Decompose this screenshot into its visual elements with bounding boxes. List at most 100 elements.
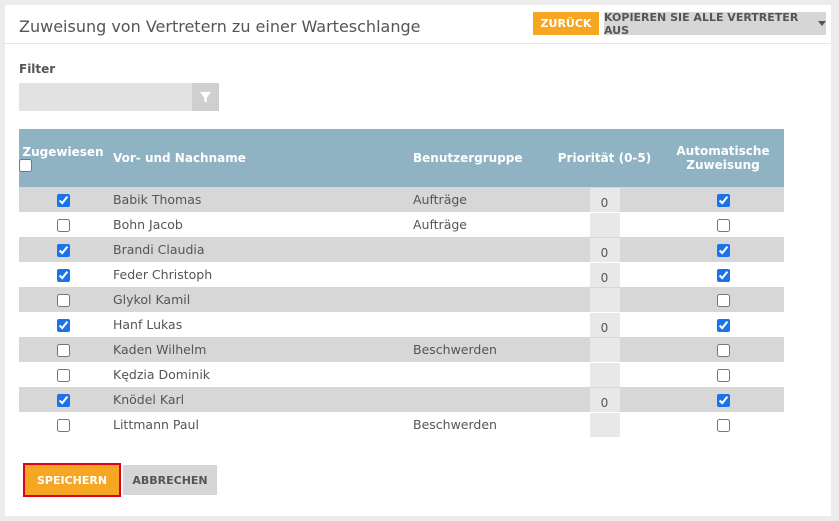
table-row: Knödel Karl 0 bbox=[19, 387, 784, 412]
auto-assign-checkbox[interactable] bbox=[716, 244, 730, 257]
priority-input[interactable] bbox=[589, 212, 620, 237]
assigned-cell bbox=[19, 412, 107, 437]
user-group: Beschwerden bbox=[407, 337, 547, 362]
auto-assign-cell bbox=[662, 337, 784, 362]
priority-cell: 0 bbox=[547, 237, 662, 262]
auto-assign-checkbox[interactable] bbox=[716, 194, 730, 207]
auto-assign-checkbox[interactable] bbox=[716, 394, 730, 407]
auto-assign-checkbox[interactable] bbox=[716, 319, 730, 332]
col-auto-assign: Automatische Zuweisung bbox=[662, 129, 784, 187]
user-group bbox=[407, 237, 547, 262]
auto-assign-checkbox[interactable] bbox=[716, 344, 730, 357]
assigned-cell bbox=[19, 212, 107, 237]
assigned-checkbox[interactable] bbox=[56, 269, 70, 282]
table-row: Kaden Wilhelm Beschwerden bbox=[19, 337, 784, 362]
table-row: Brandi Claudia 0 bbox=[19, 237, 784, 262]
priority-input[interactable] bbox=[589, 287, 620, 312]
auto-assign-checkbox[interactable] bbox=[716, 219, 730, 232]
priority-cell: 0 bbox=[547, 312, 662, 337]
user-group: Aufträge bbox=[407, 187, 547, 212]
assigned-cell bbox=[19, 362, 107, 387]
auto-assign-checkbox[interactable] bbox=[716, 269, 730, 282]
agent-name: Kędzia Dominik bbox=[107, 362, 407, 387]
user-group bbox=[407, 312, 547, 337]
copy-all-agents-button[interactable]: KOPIEREN SIE ALLE VERTRETER AUS bbox=[604, 10, 826, 37]
table-row: Feder Christoph 0 bbox=[19, 262, 784, 287]
main-panel: Zuweisung von Vertretern zu einer Wartes… bbox=[5, 5, 831, 516]
auto-assign-cell bbox=[662, 412, 784, 437]
user-group bbox=[407, 287, 547, 312]
auto-assign-cell bbox=[662, 312, 784, 337]
table-body: Babik Thomas Aufträge 0 Bohn Jacob Aufträge B… bbox=[19, 187, 784, 437]
filter-button[interactable] bbox=[192, 83, 219, 111]
auto-assign-cell bbox=[662, 362, 784, 387]
auto-assign-checkbox[interactable] bbox=[716, 369, 730, 382]
assigned-cell bbox=[19, 387, 107, 412]
priority-input[interactable] bbox=[589, 412, 620, 437]
agent-name: Feder Christoph bbox=[107, 262, 407, 287]
user-group bbox=[407, 262, 547, 287]
col-assigned-label: Zugewiesen bbox=[22, 144, 104, 159]
table-row: Hanf Lukas 0 bbox=[19, 312, 784, 337]
auto-assign-cell bbox=[662, 387, 784, 412]
priority-input[interactable] bbox=[589, 337, 620, 362]
page-title: Zuweisung von Vertretern zu einer Wartes… bbox=[19, 17, 421, 36]
agent-name: Littmann Paul bbox=[107, 412, 407, 437]
priority-input[interactable]: 0 bbox=[589, 387, 620, 412]
auto-assign-cell bbox=[662, 262, 784, 287]
priority-input[interactable]: 0 bbox=[589, 312, 620, 337]
table-row: Littmann Paul Beschwerden bbox=[19, 412, 784, 437]
assigned-checkbox[interactable] bbox=[56, 344, 70, 357]
table-row: Babik Thomas Aufträge 0 bbox=[19, 187, 784, 212]
table-row: Glykol Kamil bbox=[19, 287, 784, 312]
assigned-cell bbox=[19, 312, 107, 337]
user-group bbox=[407, 387, 547, 412]
auto-assign-cell bbox=[662, 237, 784, 262]
priority-input[interactable]: 0 bbox=[589, 237, 620, 262]
priority-input[interactable]: 0 bbox=[589, 187, 620, 212]
priority-cell bbox=[547, 362, 662, 387]
assigned-checkbox[interactable] bbox=[56, 294, 70, 307]
priority-input[interactable] bbox=[589, 362, 620, 387]
cancel-button[interactable]: ABBRECHEN bbox=[123, 465, 217, 495]
assigned-checkbox[interactable] bbox=[56, 219, 70, 232]
priority-input[interactable]: 0 bbox=[589, 262, 620, 287]
title-divider bbox=[5, 43, 831, 44]
assigned-checkbox[interactable] bbox=[56, 244, 70, 257]
assigned-cell bbox=[19, 287, 107, 312]
auto-assign-cell bbox=[662, 287, 784, 312]
back-button[interactable]: ZURÜCK bbox=[533, 12, 599, 35]
filter-label: Filter bbox=[19, 62, 56, 76]
copy-all-agents-label: KOPIEREN SIE ALLE VERTRETER AUS bbox=[604, 10, 799, 37]
auto-assign-checkbox[interactable] bbox=[716, 419, 730, 432]
auto-assign-checkbox[interactable] bbox=[716, 294, 730, 307]
col-user-group: Benutzergruppe bbox=[407, 129, 547, 187]
table-row: Kędzia Dominik bbox=[19, 362, 784, 387]
assigned-cell bbox=[19, 187, 107, 212]
agent-name: Glykol Kamil bbox=[107, 287, 407, 312]
assigned-checkbox[interactable] bbox=[56, 369, 70, 382]
agent-name: Brandi Claudia bbox=[107, 237, 407, 262]
priority-cell: 0 bbox=[547, 262, 662, 287]
save-button[interactable]: SPEICHERN bbox=[23, 463, 121, 497]
assigned-checkbox[interactable] bbox=[56, 319, 70, 332]
col-name: Vor- und Nachname bbox=[107, 129, 407, 187]
assigned-checkbox[interactable] bbox=[56, 194, 70, 207]
user-group: Beschwerden bbox=[407, 412, 547, 437]
priority-cell bbox=[547, 287, 662, 312]
agent-name: Hanf Lukas bbox=[107, 312, 407, 337]
assigned-checkbox[interactable] bbox=[56, 394, 70, 407]
filter-input[interactable] bbox=[19, 83, 192, 111]
assigned-checkbox[interactable] bbox=[56, 419, 70, 432]
user-group bbox=[407, 362, 547, 387]
priority-cell: 0 bbox=[547, 387, 662, 412]
priority-cell: 0 bbox=[547, 187, 662, 212]
priority-cell bbox=[547, 337, 662, 362]
priority-cell bbox=[547, 412, 662, 437]
select-all-checkbox[interactable] bbox=[19, 158, 32, 172]
col-priority: Priorität (0-5) bbox=[547, 129, 662, 187]
user-group: Aufträge bbox=[407, 212, 547, 237]
agent-name: Kaden Wilhelm bbox=[107, 337, 407, 362]
assigned-cell bbox=[19, 262, 107, 287]
table-row: Bohn Jacob Aufträge bbox=[19, 212, 784, 237]
